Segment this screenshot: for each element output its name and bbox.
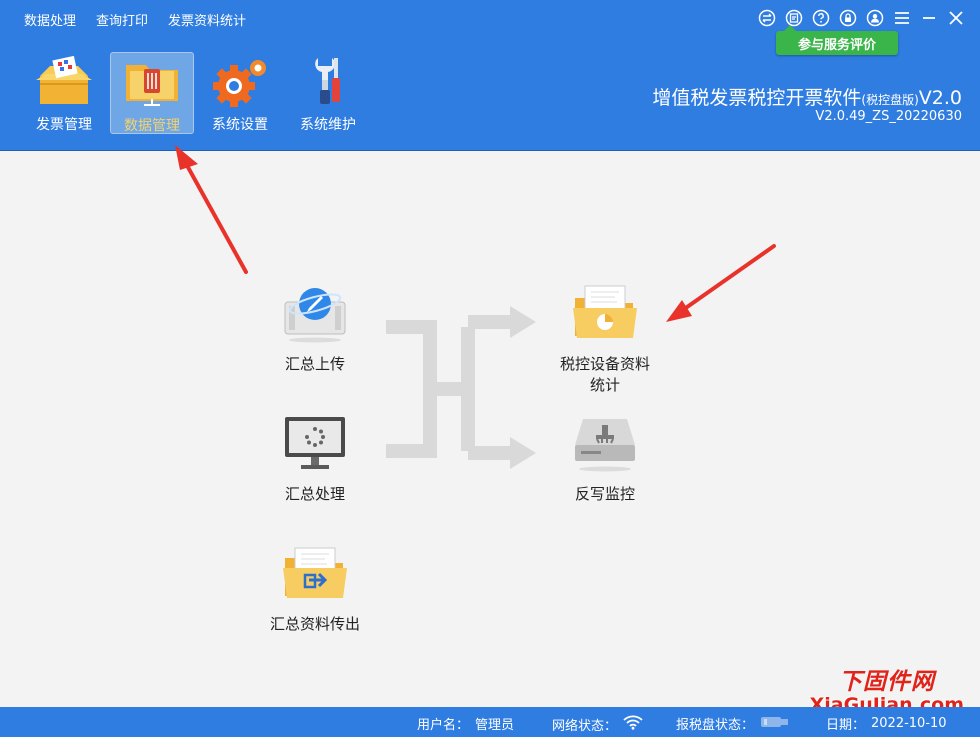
module-label: 系统维护 (300, 117, 356, 133)
module-label: 数据管理 (124, 118, 180, 134)
user-icon[interactable] (865, 8, 885, 28)
status-tax-disk: 报税盘状态： (676, 714, 790, 733)
module-system-maintenance[interactable]: 系统维护 (286, 52, 370, 134)
flow-export-summary[interactable]: 汇总资料传出 (250, 542, 380, 635)
disk-label: 报税盘状态： (676, 718, 755, 733)
module-invoice-management[interactable]: 发票管理 (22, 52, 106, 134)
app-title-main: 增值税发票税控开票软件 (652, 87, 862, 109)
data-folder-icon (120, 55, 184, 109)
status-date: 日期： 2022-10-10 (826, 714, 947, 733)
app-version-suffix: V2.0 (918, 87, 962, 109)
folder-export-icon (279, 542, 351, 606)
flow-tax-device-stats[interactable]: 税控设备资料 统计 (545, 282, 665, 396)
menu-query-print[interactable]: 查询打印 (96, 10, 148, 29)
lock-icon[interactable] (838, 8, 858, 28)
minimize-icon[interactable] (919, 8, 939, 28)
gears-icon (208, 54, 272, 108)
flow-label-line1: 税控设备资料 (559, 355, 650, 373)
monitor-refresh-icon (279, 412, 351, 476)
flow-label-line2: 统计 (589, 376, 620, 394)
app-build: V2.0.49_ZS_20220630 (815, 109, 962, 124)
switch-icon[interactable] (757, 8, 777, 28)
menu-data-processing[interactable]: 数据处理 (24, 10, 76, 29)
menu-icon[interactable] (892, 8, 912, 28)
module-data-management[interactable]: 数据管理 (110, 52, 194, 134)
user-value: 管理员 (475, 718, 515, 733)
status-network: 网络状态： (552, 714, 643, 734)
date-value: 2022-10-10 (871, 716, 947, 731)
flow-label: 汇总上传 (284, 355, 345, 373)
module-system-settings[interactable]: 系统设置 (198, 52, 282, 134)
status-bar: 用户名： 管理员 网络状态： 报税盘状态： 日期： 2022-10-10 (0, 707, 980, 737)
arrow-to-stats (666, 244, 776, 322)
flow-label: 汇总处理 (284, 485, 345, 503)
module-label: 发票管理 (36, 117, 92, 133)
usb-key-icon (760, 715, 790, 733)
folder-chart-icon (569, 282, 641, 346)
top-menu: 数据处理 查询打印 发票资料统计 (24, 10, 246, 29)
flow-writeback-monitor[interactable]: 反写监控 (553, 412, 657, 505)
network-label: 网络状态： (552, 718, 618, 734)
flow-label: 税控设备资料 统计 (560, 354, 650, 396)
upload-globe-icon (279, 282, 351, 346)
arrow-to-data-management (175, 145, 248, 274)
watermark-line1: 下固件网 (838, 669, 935, 695)
flow-summary-process[interactable]: 汇总处理 (263, 412, 367, 505)
flow-label: 汇总资料传出 (269, 615, 360, 633)
invoice-box-icon (32, 54, 96, 108)
flow-summary-upload[interactable]: 汇总上传 (263, 282, 367, 375)
disk-drive-icon (569, 412, 641, 476)
menu-invoice-stats[interactable]: 发票资料统计 (168, 10, 246, 29)
date-label: 日期： (826, 718, 866, 733)
close-icon[interactable] (946, 8, 966, 28)
module-toolbar: 发票管理 数据管理 系统设置 系统维护 (22, 52, 370, 134)
module-label: 系统设置 (212, 117, 268, 133)
service-evaluation-button[interactable]: 参与服务评价 (776, 25, 898, 55)
user-label: 用户名： (417, 718, 470, 733)
status-user: 用户名： 管理员 (417, 714, 514, 733)
app-header: 数据处理 查询打印 发票资料统计 参与服务评价 发票管理 数据管理 系统设置 系… (0, 0, 980, 151)
flow-label: 反写监控 (574, 485, 635, 503)
tools-icon (296, 54, 360, 108)
app-title: 增值税发票税控开票软件(税控盘版)V2.0 (652, 83, 962, 110)
help-icon[interactable] (811, 8, 831, 28)
wifi-icon (623, 714, 643, 734)
app-edition: (税控盘版) (861, 93, 919, 107)
